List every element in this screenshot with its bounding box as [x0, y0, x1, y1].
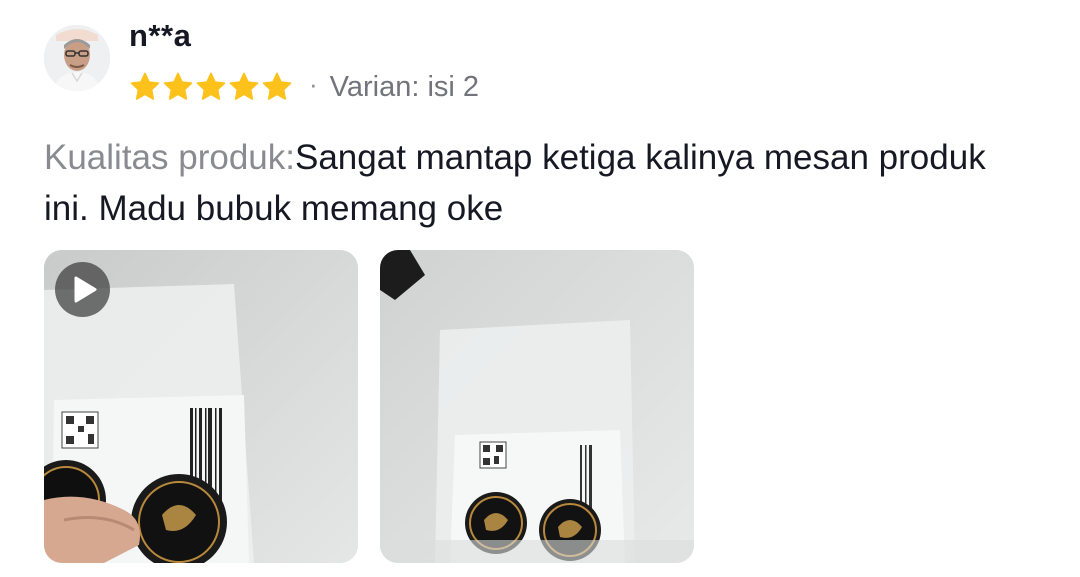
photo-thumbnail-image: [380, 250, 694, 563]
variant-label: Varian: isi 2: [329, 71, 480, 103]
review-quality-label: Kualitas produk:: [44, 138, 295, 177]
reviewer-username[interactable]: n**a: [129, 16, 191, 56]
product-review: n**a · Varian: isi 2 Kualitas produk:San…: [0, 0, 1080, 577]
star-icon: [130, 72, 160, 100]
play-button[interactable]: [55, 262, 110, 317]
star-icon: [229, 72, 259, 100]
user-avatar-icon: [44, 25, 110, 91]
reviewer-avatar[interactable]: [44, 25, 110, 91]
separator-dot: ·: [309, 69, 318, 99]
star-rating: [129, 71, 293, 103]
star-icon: [163, 72, 193, 100]
review-text: Kualitas produk:Sangat mantap ketiga kal…: [44, 132, 1034, 234]
review-photo-thumbnail[interactable]: [380, 250, 694, 563]
play-icon: [74, 276, 97, 303]
star-icon: [196, 72, 226, 100]
review-video-thumbnail[interactable]: [44, 250, 358, 563]
rating-row: · Varian: isi 2: [129, 66, 479, 108]
star-icon: [262, 72, 292, 100]
